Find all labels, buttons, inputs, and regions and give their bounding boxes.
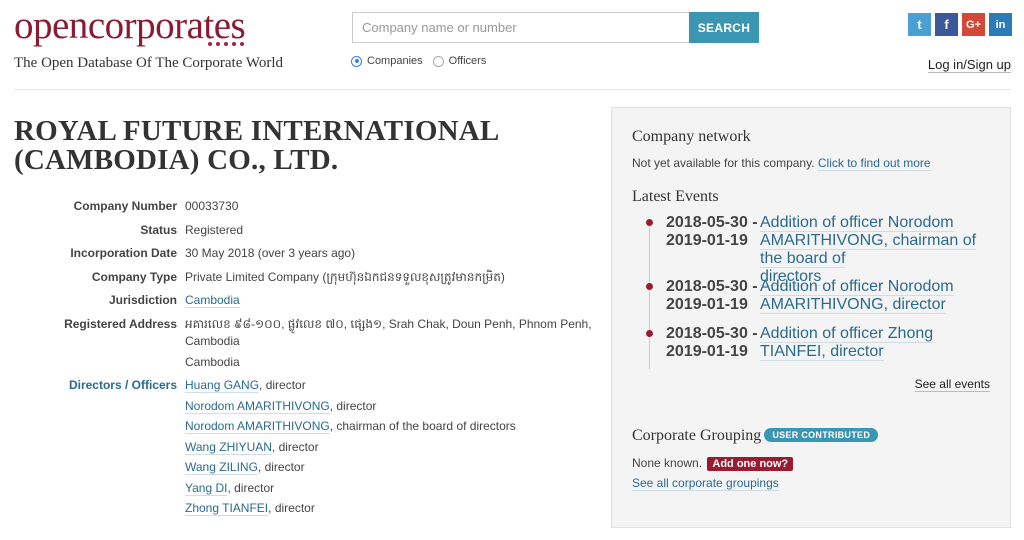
- header-divider: [14, 89, 1011, 90]
- corporate-grouping-heading: Corporate Grouping USER CONTRIBUTED: [632, 427, 879, 445]
- timeline-line: [649, 219, 650, 369]
- incorporation-value: 30 May 2018 (over 3 years ago): [185, 246, 356, 260]
- jurisdiction-label: Jurisdiction: [108, 293, 177, 307]
- see-all-groupings-link[interactable]: See all corporate groupings: [632, 476, 779, 491]
- director-link[interactable]: Zhong TIANFEI: [185, 501, 269, 516]
- director-link[interactable]: Yang DI: [185, 480, 228, 496]
- company-type-label: Company Type: [91, 269, 177, 284]
- director-role: , director: [271, 439, 319, 454]
- directors-label[interactable]: Directors / Officers: [14, 375, 185, 519]
- grouping-see-all-row: See all corporate groupings: [632, 476, 779, 491]
- company-type-row: Company Type Private Limited Company (ក្…: [14, 267, 594, 288]
- director-link[interactable]: Norodom AMARITHIVONG: [185, 398, 330, 414]
- event-dot-icon: [646, 283, 653, 290]
- status-value: Registered: [185, 222, 244, 237]
- network-unavailable-text: Not yet available for this company.: [632, 156, 815, 170]
- directors-list: Huang GANG, director Norodom AMARITHIVON…: [185, 375, 594, 519]
- corporate-grouping-title: Corporate Grouping: [632, 427, 762, 444]
- social-links: t f G+ in: [908, 13, 1012, 36]
- address-line1: អគារលេខ ៩៨-១០០, ផ្លូវលេខ ៧០, ផ្សេង១, Sra…: [185, 316, 592, 331]
- director-role: , chairman of the board of directors: [329, 419, 516, 433]
- event-description[interactable]: Addition of officer Norodom AMARITHIVONG…: [760, 214, 990, 286]
- company-type-value: Private Limited Company (ក្រុមហ៊ុនឯកជនទទ…: [185, 269, 505, 284]
- linkedin-icon[interactable]: in: [989, 13, 1012, 36]
- google-plus-icon[interactable]: G+: [962, 13, 985, 36]
- grouping-none-row: None known. Add one now?: [632, 456, 794, 471]
- address-label: Registered Address: [64, 316, 177, 331]
- status-row: Status Registered: [14, 220, 594, 241]
- company-title-line2: (CAMBODIA) CO., LTD.: [14, 144, 339, 176]
- company-number-label: Company Number: [73, 199, 177, 213]
- event-date: 2018-05-30 -2019-01-19: [666, 214, 758, 249]
- company-number-value: 00033730: [185, 199, 239, 213]
- login-link[interactable]: Log in/Sign up: [927, 57, 1011, 73]
- logo-open-text: open: [14, 4, 88, 47]
- search-input[interactable]: [352, 12, 689, 43]
- directors-row: Directors / Officers Huang GANG, directo…: [14, 375, 594, 519]
- event-dot-icon: [646, 330, 653, 337]
- company-network-heading: Company network: [632, 128, 751, 145]
- director-role: , director: [257, 460, 305, 474]
- director-role: , director: [329, 398, 377, 413]
- status-label: Status: [140, 222, 177, 237]
- radio-companies[interactable]: Companies: [351, 55, 423, 67]
- logo-corporates-text: corporates: [87, 4, 246, 47]
- event-description[interactable]: Addition of officer Zhong TIANFEI, direc…: [760, 325, 990, 361]
- sidebar: Company network Not yet available for th…: [611, 107, 1011, 528]
- director-item: Huang GANG, director: [185, 375, 594, 396]
- company-network-text: Not yet available for this company. Clic…: [632, 156, 931, 171]
- see-all-events-link[interactable]: See all events: [914, 377, 990, 392]
- company-title: ROYAL FUTURE INTERNATIONAL (CAMBODIA) CO…: [14, 117, 514, 175]
- facebook-icon[interactable]: f: [935, 13, 958, 36]
- jurisdiction-row: Jurisdiction Cambodia: [14, 290, 594, 311]
- search-type-radios: Companies Officers: [351, 55, 486, 67]
- add-grouping-button[interactable]: Add one now?: [707, 457, 794, 471]
- director-item: Yang DI, director: [185, 478, 594, 499]
- latest-events-heading: Latest Events: [632, 188, 719, 205]
- address-line2: Cambodia: [185, 333, 240, 348]
- logo-dots: [208, 42, 244, 46]
- director-link[interactable]: Wang ZILING: [185, 460, 258, 475]
- radio-companies-selected-icon[interactable]: [351, 55, 362, 67]
- incorporation-row: Incorporation Date 30 May 2018 (over 3 y…: [14, 243, 594, 264]
- address-line3: Cambodia: [185, 354, 240, 369]
- director-item: Norodom AMARITHIVONG, chairman of the bo…: [185, 416, 594, 437]
- director-link[interactable]: Huang GANG: [185, 378, 260, 393]
- search-button[interactable]: SEARCH: [689, 12, 759, 43]
- jurisdiction-link[interactable]: Cambodia: [185, 293, 240, 308]
- company-attributes: Company Number 00033730 Status Registere…: [14, 196, 594, 519]
- address-row: Registered Address អគារលេខ ៩៨-១០០, ផ្លូវ…: [14, 314, 594, 373]
- company-number-row: Company Number 00033730: [14, 196, 594, 217]
- director-item: Norodom AMARITHIVONG, director: [185, 396, 594, 417]
- radio-officers-icon[interactable]: [432, 55, 444, 67]
- company-title-line1: ROYAL FUTURE INTERNATIONAL: [14, 115, 500, 147]
- director-item: Wang ZHIYUAN, director: [185, 437, 594, 458]
- search-bar: SEARCH: [352, 12, 759, 43]
- director-role: , director: [268, 501, 315, 515]
- director-item: Zhong TIANFEI, director: [185, 498, 594, 519]
- radio-companies-label: Companies: [367, 55, 423, 67]
- user-contributed-badge: USER CONTRIBUTED: [764, 428, 879, 442]
- director-link[interactable]: Norodom AMARITHIVONG: [185, 419, 330, 434]
- event-date: 2018-05-30 -2019-01-19: [666, 278, 758, 313]
- director-item: Wang ZILING, director: [185, 457, 594, 478]
- director-role: , director: [227, 480, 275, 495]
- director-link[interactable]: Wang ZHIYUAN: [185, 439, 272, 455]
- incorporation-label: Incorporation Date: [70, 246, 177, 260]
- network-find-out-link[interactable]: Click to find out more: [817, 156, 931, 171]
- event-description[interactable]: Addition of officer Norodom AMARITHIVONG…: [760, 278, 990, 314]
- radio-officers-label: Officers: [448, 55, 487, 67]
- grouping-none-text: None known.: [632, 456, 703, 470]
- director-role: , director: [259, 378, 306, 392]
- radio-officers[interactable]: Officers: [432, 55, 487, 67]
- twitter-icon[interactable]: t: [908, 13, 931, 36]
- tagline: The Open Database Of The Corporate World: [14, 55, 283, 71]
- event-dot-icon: [646, 219, 653, 226]
- event-date: 2018-05-30 -2019-01-19: [666, 325, 758, 360]
